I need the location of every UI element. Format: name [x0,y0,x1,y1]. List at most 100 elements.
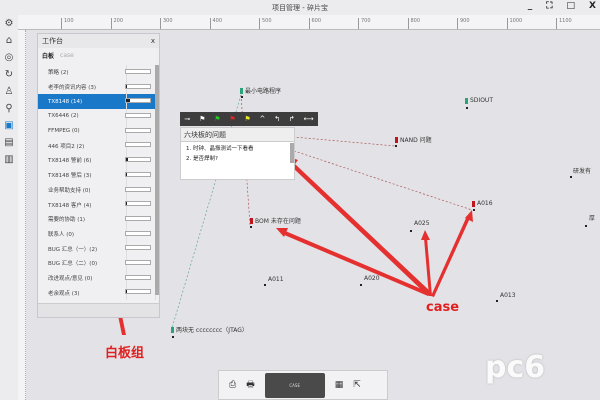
item-label: TX8148 警后 (3) [48,171,91,179]
node-a025[interactable]: A025 [414,220,430,227]
item-label: TX6446 (2) [48,113,79,119]
node-dot [473,209,475,211]
node-a016[interactable]: A016 [472,200,493,207]
print-icon[interactable]: 🖶 [246,377,255,393]
node-label: 厚 [589,213,595,222]
progress-bar [125,201,151,206]
note-title: 六块板的问题 [181,128,294,142]
link-left-icon[interactable]: ↰ [274,115,280,123]
item-label: TX8148 警前 (6) [48,156,91,164]
whiteboard-list-item[interactable]: FFMPEG (0) [38,124,156,139]
flag-green-icon[interactable]: ⚑ [214,115,220,123]
panel-footer [38,303,159,317]
node-a013[interactable]: A013 [500,292,516,299]
progress-bar [125,113,151,118]
note-scrollbar[interactable] [290,143,294,163]
node-dot [395,145,397,147]
whiteboard-list-item[interactable]: 业务帮助支持 (0) [38,183,156,198]
item-label: 需要的协助 (1) [48,215,85,223]
whiteboard-list-item[interactable]: 446 项目2 (2) [38,138,156,153]
note-line: 1. 时钟、晶振测试一下看看 [181,142,294,152]
note-line: 2. 是否焊制? [181,152,294,162]
tab-whiteboard[interactable]: 白板 [42,51,54,60]
up-icon[interactable]: ^ [259,115,265,123]
tab-case[interactable]: case [60,52,74,59]
node-note[interactable]: 六块板的问题 1. 时钟、晶振测试一下看看 2. 是否焊制? [180,127,295,180]
whiteboard-list-item[interactable]: 策略 (2) [38,65,156,80]
progress-bar [125,128,151,133]
node-label: BOM 未存在问题 [255,216,301,225]
progress-bar [125,172,151,177]
whiteboard-list-item[interactable]: TX8148 客户 (4) [38,197,156,212]
node-hou[interactable]: 厚 [589,213,595,222]
item-label: 老余观点 (3) [48,289,80,297]
node-label: 两块无 cccccccc（JTAG） [176,325,248,334]
node-label: A020 [364,275,380,282]
whiteboard-list-item[interactable]: TX6446 (2) [38,109,156,124]
link-right-icon[interactable]: ↱ [289,115,295,123]
whiteboard-list-item[interactable]: 老余观点 (3) [38,285,156,300]
item-label: FFMPEG (0) [48,128,80,134]
whiteboard-list-item[interactable]: TX8148 警前 (6) [38,153,156,168]
pin-icon[interactable]: ⊸ [184,115,190,123]
node-dot [241,96,243,98]
node-dot [264,284,266,286]
flag-red-icon[interactable]: ⚑ [229,115,235,123]
node-label: SDIOUT [470,97,493,104]
export-icon[interactable]: ⎙ [229,380,236,390]
whiteboard-list-item[interactable]: 改进观点/意见 (0) [38,271,156,286]
item-label: 策略 (2) [48,68,69,76]
whiteboard-list: 策略 (2) 老李的资讯内容 (3) TX8148 (14) TX6446 (2) FF… [38,65,156,300]
whiteboard-list-item[interactable]: TX8148 警后 (3) [38,168,156,183]
node-dot [496,300,498,302]
qr-icon[interactable]: ▦ [335,380,344,390]
item-label: TX8148 客户 (4) [48,201,91,209]
node-label: A016 [477,200,493,207]
node-a020[interactable]: A020 [364,275,380,282]
link-both-icon[interactable]: ⟷ [304,115,314,123]
progress-bar [125,98,151,103]
node-sdiout[interactable]: SDIOUT [465,97,493,104]
fit-icon[interactable]: ⇱ [353,380,361,390]
progress-bar [125,245,151,250]
annotation-whiteboard-group: 白板组 [105,342,144,361]
node-dot [172,336,174,338]
flag-yellow-icon[interactable]: ⚑ [244,115,250,123]
progress-bar [125,216,151,221]
case-button[interactable]: CASE [265,373,325,398]
whiteboard-list-item[interactable]: 需要的协助 (1) [38,212,156,227]
node-label: A025 [414,220,430,227]
whiteboard-list-item[interactable]: 老李的资讯内容 (3) [38,80,156,95]
whiteboard-list-item[interactable]: BUG 汇总（二）(0) [38,256,156,271]
progress-bar [125,275,151,280]
panel-title: 工作台 [42,36,63,46]
item-label: 改进观点/意见 (0) [48,274,92,282]
progress-bar [125,84,151,89]
flag-white-icon[interactable]: ⚑ [199,115,205,123]
item-label: TX8148 (14) [48,99,82,105]
node-bom[interactable]: BOM 未存在问题 [250,216,301,225]
node-nand[interactable]: NAND 问题 [395,135,432,144]
node-label: 最小电路程序 [245,86,281,95]
node-label: NAND 问题 [400,135,432,144]
watermark-logo: pc6 [485,350,545,385]
bottom-toolbar: ⎙ 🖶 CASE ▦ ⇱ [218,370,388,400]
whiteboard-list-item[interactable]: TX8148 (14) [38,94,156,109]
progress-bar [125,231,151,236]
node-jtag[interactable]: 两块无 cccccccc（JTAG） [171,325,248,334]
node-dot [410,230,412,232]
progress-bar [125,69,151,74]
item-label: 业务帮助支持 (0) [48,186,91,194]
progress-bar [125,142,151,147]
node-rd[interactable]: 研发有 [573,166,591,175]
whiteboard-list-item[interactable]: 联系人 (0) [38,227,156,242]
whiteboard-list-item[interactable]: BUG 汇总（一）(2) [38,241,156,256]
node-toolbar: ⊸ ⚑ ⚑ ⚑ ⚑ ^ ↰ ↱ ⟷ [180,112,318,126]
scrollbar[interactable] [155,65,159,295]
node-a011[interactable]: A011 [268,276,284,283]
node-dot [570,176,572,178]
item-label: 联系人 (0) [48,230,74,238]
panel-close-button[interactable]: x [151,37,155,45]
item-label: BUG 汇总（一）(2) [48,245,97,253]
node-min-circuit[interactable]: 最小电路程序 [240,86,281,95]
